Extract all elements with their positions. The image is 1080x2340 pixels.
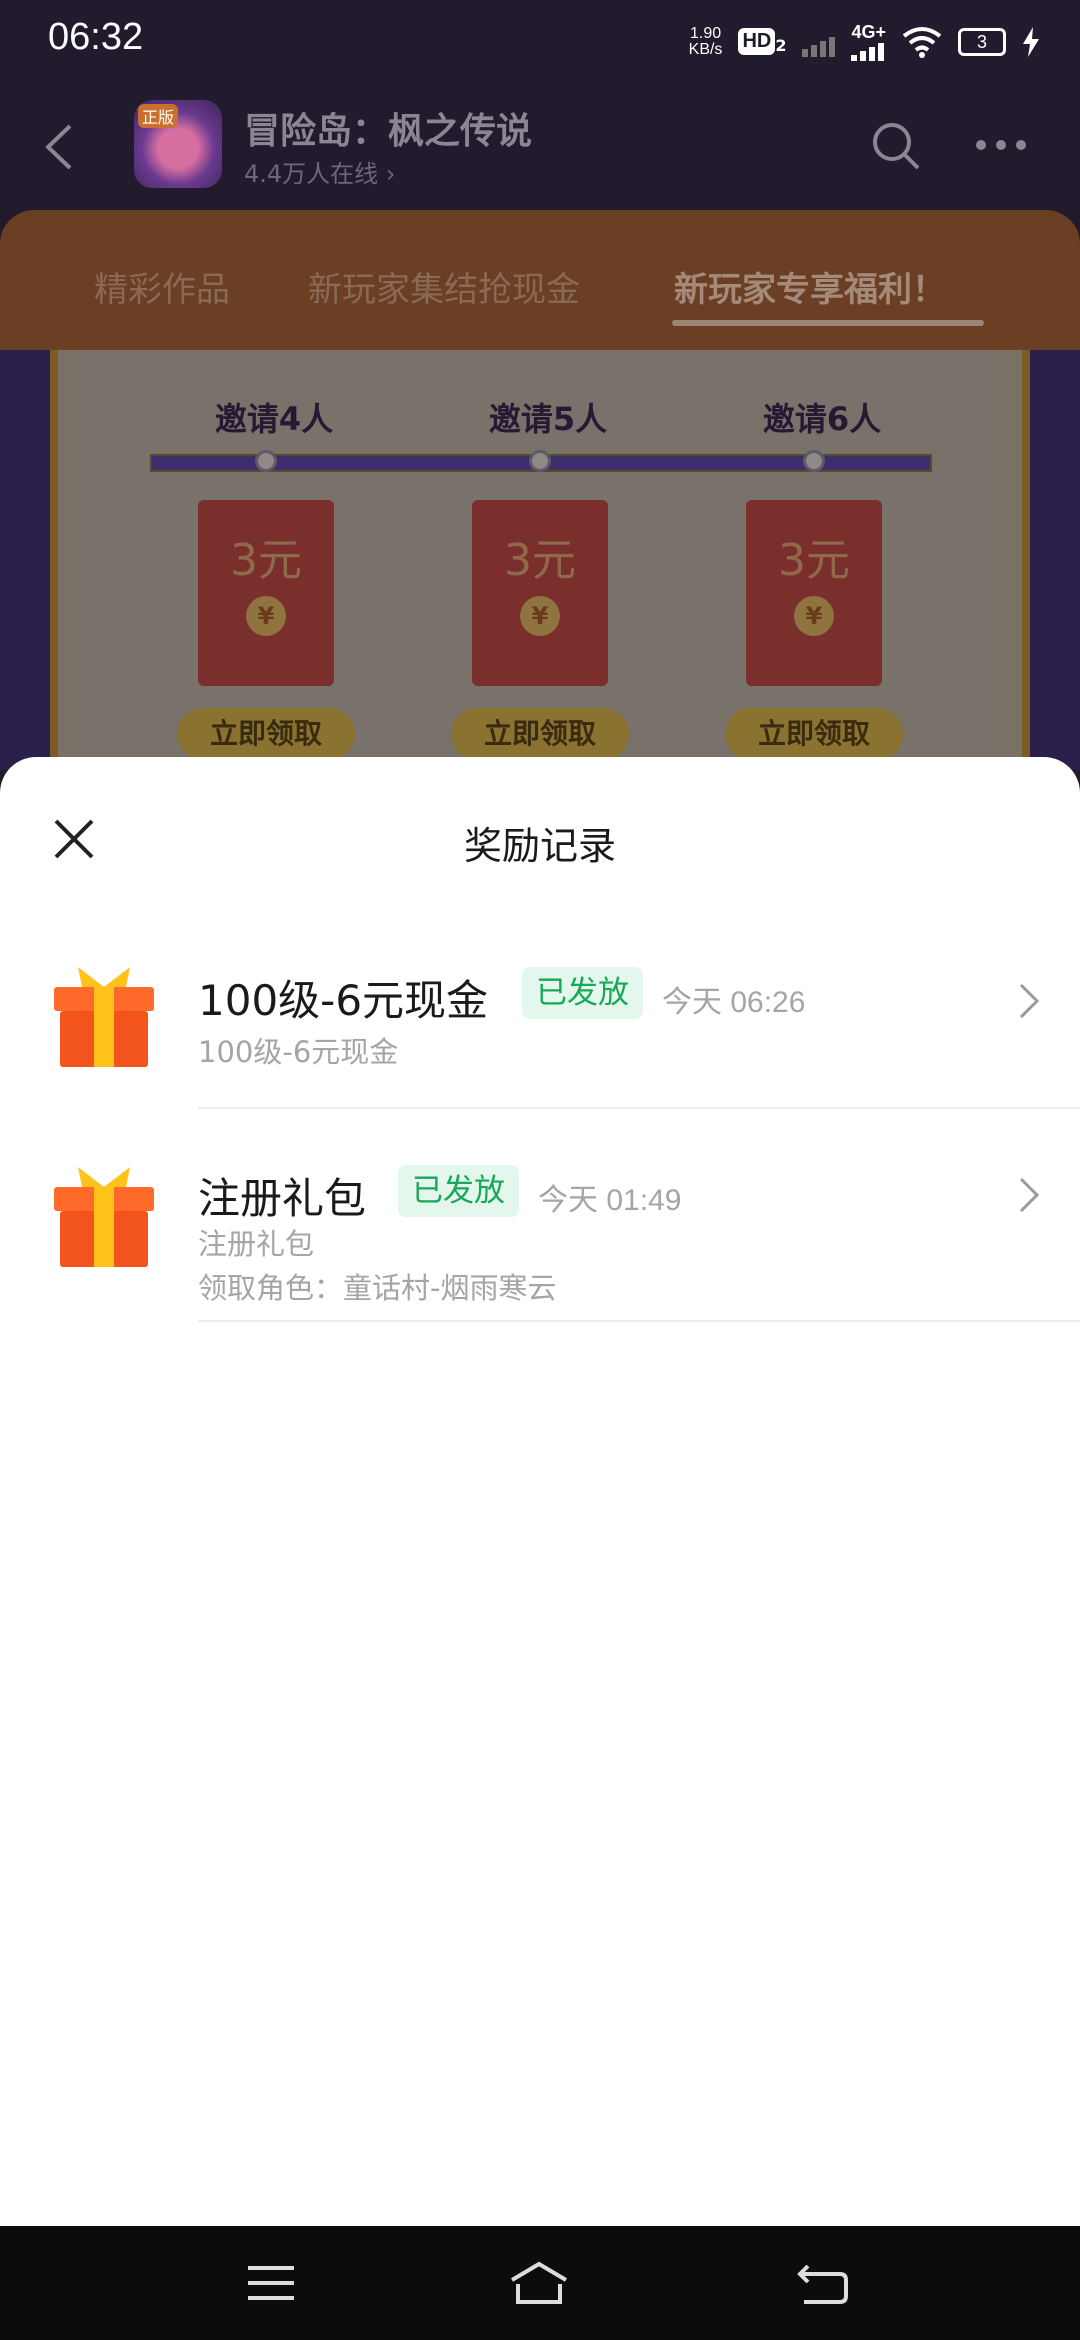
reward-record-item[interactable]: 注册礼包 已发放 今天 01:49 注册礼包 领取角色：童话村-烟雨寒云 [0, 1137, 1080, 1377]
invite-label: 邀请6人 [762, 400, 882, 438]
chevron-right-icon [1019, 983, 1040, 1019]
envelope-amount: 3元 [504, 535, 576, 586]
status-time: 06:32 [48, 16, 144, 58]
record-subtitle: 100级-6元现金 [198, 1035, 399, 1069]
active-tab-indicator [672, 320, 984, 326]
online-count-text: 4.4万人在线 [244, 160, 379, 188]
record-time: 今天 06:26 [662, 986, 806, 1019]
hd-voice-icon: HD 2 [738, 28, 786, 55]
divider [198, 1320, 1080, 1322]
yuan-coin-icon: ¥ [794, 596, 834, 636]
wifi-icon [902, 26, 942, 58]
system-nav-bar [0, 2226, 1080, 2340]
status-badge: 已发放 [398, 1165, 519, 1217]
status-badge: 已发放 [522, 967, 643, 1019]
search-icon[interactable] [870, 120, 922, 172]
signal-sim1-icon [802, 27, 836, 57]
back-nav-icon[interactable] [790, 2250, 856, 2316]
more-options-icon[interactable] [976, 140, 1026, 150]
sheet-title: 奖励记录 [463, 824, 616, 868]
record-time: 今天 01:49 [538, 1184, 682, 1217]
hd-sub-text: 2 [775, 36, 787, 55]
envelope-amount: 3元 [230, 535, 302, 586]
online-count[interactable]: 4.4万人在线 › [244, 154, 395, 189]
game-title[interactable]: 冒险岛：枫之传说 [244, 102, 532, 154]
claim-now-button[interactable]: 立即领取 [451, 708, 629, 760]
hd-badge-text: HD [738, 28, 776, 55]
home-icon[interactable] [506, 2250, 572, 2316]
yuan-coin-icon: ¥ [520, 596, 560, 636]
record-subtitle: 注册礼包 [198, 1227, 315, 1261]
gift-box-icon [54, 967, 154, 1067]
network-speed-value: 1.90 [689, 24, 722, 42]
chevron-right-icon [1019, 1177, 1040, 1213]
menu-icon[interactable] [238, 2250, 304, 2316]
tab-new-player-cash[interactable]: 新玩家集结抢现金 [308, 262, 580, 311]
progress-node [529, 450, 551, 472]
reward-record-item[interactable]: 100级-6元现金 已发放 今天 06:26 100级-6元现金 [0, 937, 1080, 1165]
progress-node [803, 450, 825, 472]
claim-now-button[interactable]: 立即领取 [177, 708, 355, 760]
progress-node [255, 450, 277, 472]
app-header: 正版 冒险岛：枫之传说 4.4万人在线 › [0, 84, 1080, 210]
invite-label: 邀请4人 [214, 400, 334, 438]
claim-now-button[interactable]: 立即领取 [725, 708, 903, 760]
status-bar: 06:32 1.90 KB/s HD 2 4G+ 3 [0, 0, 1080, 84]
signal-sim2-icon: 4G+ [851, 22, 886, 61]
tab-new-player-benefits[interactable]: 新玩家专享福利！ [674, 262, 946, 311]
reward-records-sheet: 奖励记录 100级-6元现金 已发放 今天 06:26 100级-6元现金 注册… [0, 757, 1080, 2227]
promo-area: 邀请4人 邀请5人 邀请6人 3元 ¥ 3元 ¥ 3元 ¥ 立即领取 立即领取 … [0, 350, 1080, 770]
record-role: 领取角色：童话村-烟雨寒云 [198, 1271, 557, 1305]
envelope-amount: 3元 [778, 535, 850, 586]
status-icons: 1.90 KB/s HD 2 4G+ 3 [689, 22, 1040, 61]
yuan-coin-icon: ¥ [246, 596, 286, 636]
record-title: 注册礼包 [198, 1174, 367, 1223]
network-speed: 1.90 KB/s [688, 24, 723, 58]
network-speed-unit: KB/s [688, 40, 723, 58]
gift-box-icon [54, 1167, 154, 1267]
charging-icon [1023, 26, 1039, 57]
red-envelope: 3元 ¥ [472, 500, 608, 686]
invite-label: 邀请5人 [488, 400, 608, 438]
record-title: 100级-6元现金 [198, 976, 489, 1025]
game-logo[interactable]: 正版 [134, 100, 222, 188]
tab-featured-works[interactable]: 精彩作品 [94, 262, 230, 311]
red-envelope: 3元 ¥ [198, 500, 334, 686]
network-type-label: 4G+ [851, 22, 886, 42]
tab-bar: 精彩作品 新玩家集结抢现金 新玩家专享福利！ [0, 210, 1080, 350]
battery-icon: 3 [958, 27, 1006, 56]
chevron-right-icon: › [385, 160, 396, 188]
divider [198, 1107, 1080, 1109]
game-logo-tag: 正版 [138, 104, 179, 128]
red-envelope: 3元 ¥ [746, 500, 882, 686]
back-arrow-icon[interactable] [40, 122, 80, 172]
